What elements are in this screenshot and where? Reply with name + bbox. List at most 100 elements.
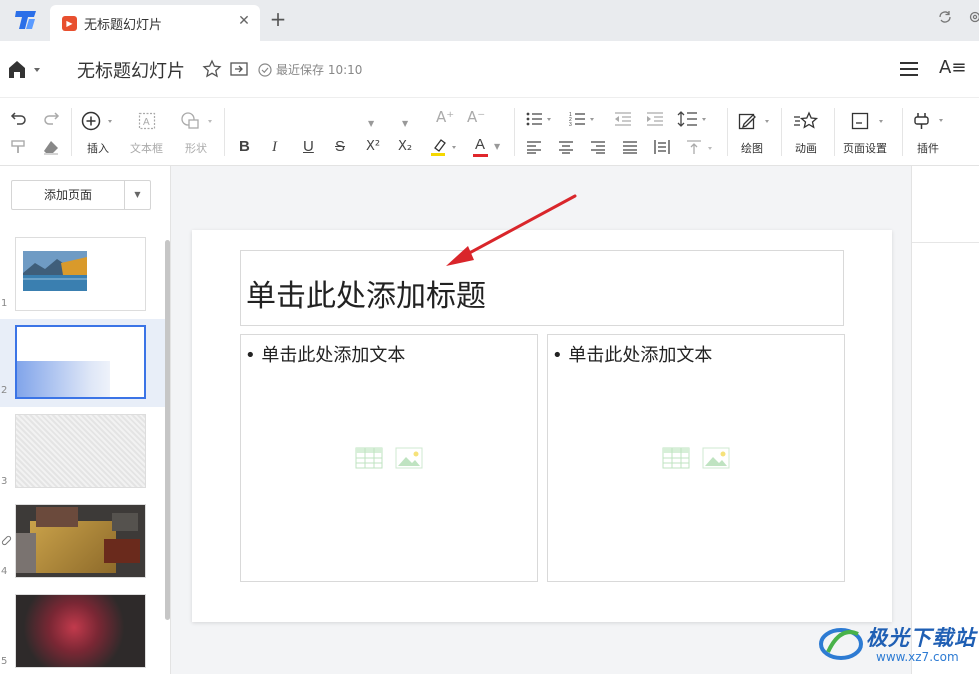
left-content-placeholder-text[interactable]: • 单击此处添加文本 — [245, 341, 405, 367]
font-size-dropdown-icon[interactable]: ▼ — [402, 112, 408, 133]
right-side-panel — [911, 166, 979, 674]
add-page-button[interactable]: 添加页面 ▼ — [11, 180, 151, 210]
slide-thumbnail-row[interactable]: 4 — [0, 500, 166, 584]
settings-gear-icon[interactable] — [968, 10, 979, 24]
numbered-list-icon[interactable]: 1 2 3 — [569, 111, 599, 127]
image-icon[interactable] — [702, 447, 730, 469]
blurred-overlay — [17, 361, 110, 397]
underline-button[interactable]: U — [303, 138, 314, 156]
toolbar-separator — [781, 108, 782, 156]
distribute-icon[interactable] — [654, 139, 670, 155]
home-icon[interactable] — [8, 58, 44, 80]
page-setup-label[interactable]: 页面设置 — [843, 140, 887, 156]
font-color-bar — [473, 154, 488, 157]
line-spacing-icon[interactable] — [677, 110, 709, 128]
tab-close-icon[interactable]: ✕ — [236, 13, 252, 29]
insert-label[interactable]: 插入 — [87, 140, 109, 156]
slide-thumbnail-selected[interactable] — [15, 325, 146, 399]
format-painter-icon[interactable] — [10, 139, 28, 155]
insert-plus-icon[interactable] — [81, 111, 113, 131]
subscript-button[interactable]: X₂ — [398, 138, 412, 156]
collage-image — [16, 533, 36, 573]
clear-format-eraser-icon[interactable] — [42, 139, 60, 155]
decrease-indent-icon[interactable] — [614, 111, 632, 127]
collage-image — [36, 507, 78, 527]
app-logo-icon[interactable] — [14, 9, 38, 31]
slide-thumbnail[interactable] — [15, 237, 146, 311]
slide-thumbnail-row[interactable]: 3 — [0, 410, 166, 494]
landscape-image-thumbnail — [23, 251, 87, 291]
toolbar-separator — [902, 108, 903, 156]
slide-thumbnail-row-selected[interactable]: 2 — [0, 319, 166, 407]
italic-button[interactable]: I — [272, 138, 277, 156]
animation-label[interactable]: 动画 — [795, 140, 817, 156]
vertical-align-icon[interactable] — [686, 139, 716, 155]
document-tab[interactable]: ▶ 无标题幻灯片 ✕ — [50, 5, 260, 41]
align-center-icon[interactable] — [558, 140, 574, 154]
add-page-label[interactable]: 添加页面 — [12, 181, 124, 209]
grow-font-button[interactable]: A⁺ — [436, 108, 454, 126]
table-icon[interactable] — [355, 447, 383, 469]
star-icon[interactable] — [202, 59, 222, 79]
justify-icon[interactable] — [622, 140, 638, 154]
align-right-icon[interactable] — [590, 140, 606, 154]
title-placeholder[interactable]: 单击此处添加标题 — [240, 250, 844, 326]
move-to-folder-icon[interactable] — [229, 60, 249, 78]
toolbar-separator — [834, 108, 835, 156]
plugin-plug-icon[interactable] — [913, 111, 947, 131]
right-content-placeholder[interactable]: • 单击此处添加文本 — [547, 334, 845, 582]
insert-table-image-icons — [662, 447, 730, 469]
align-left-icon[interactable] — [526, 140, 542, 154]
slide-thumbnail[interactable] — [15, 414, 146, 488]
collage-image — [112, 513, 138, 531]
plugins-label[interactable]: 插件 — [917, 140, 939, 156]
shape-label[interactable]: 形状 — [185, 140, 207, 156]
animation-star-icon[interactable] — [793, 111, 819, 131]
insert-table-image-icons — [355, 447, 423, 469]
redo-icon[interactable] — [42, 110, 60, 126]
slide-thumbnail[interactable] — [15, 504, 146, 578]
toolbar-separator — [71, 108, 72, 156]
thumbnail-scrollbar[interactable] — [165, 240, 170, 620]
hamburger-menu-icon[interactable] — [898, 59, 920, 79]
slide-thumbnail[interactable] — [15, 594, 146, 668]
sync-icon[interactable] — [938, 10, 952, 24]
slide-number: 4 — [1, 566, 8, 577]
toolbar: 插入 A 文本框 形状 ▼ ▼ A⁺ A⁻ B I U S X² X₂ A ▼ … — [0, 97, 979, 166]
slide-thumbnail-row[interactable]: 1 — [0, 232, 166, 316]
increase-indent-icon[interactable] — [646, 111, 664, 127]
title-placeholder-text[interactable]: 单击此处添加标题 — [246, 271, 486, 315]
document-title[interactable]: 无标题幻灯片 — [77, 57, 185, 83]
text-style-panel-button[interactable]: A≡ — [939, 57, 966, 78]
font-color-button[interactable]: A ▼ — [472, 136, 502, 158]
toolbar-separator — [514, 108, 515, 156]
new-tab-button[interactable]: + — [268, 9, 288, 29]
bold-button[interactable]: B — [239, 138, 250, 156]
toolbar-separator — [224, 108, 225, 156]
watermark-url: www.xz7.com — [876, 650, 959, 664]
undo-icon[interactable] — [10, 110, 28, 126]
textbox-icon[interactable]: A — [138, 112, 156, 130]
shape-icon[interactable] — [180, 111, 214, 131]
slide-canvas[interactable]: 单击此处添加标题 • 单击此处添加文本 • 单击此处添加文本 — [192, 230, 892, 622]
table-icon[interactable] — [662, 447, 690, 469]
slide-thumbnail-row[interactable]: 5 — [0, 590, 166, 674]
collage-image — [104, 539, 140, 563]
bullet-list-icon[interactable] — [526, 111, 556, 127]
right-content-placeholder-text[interactable]: • 单击此处添加文本 — [552, 341, 712, 367]
highlight-color-icon[interactable] — [430, 136, 460, 158]
chevron-down-icon: ▼ — [494, 142, 501, 151]
image-icon[interactable] — [395, 447, 423, 469]
page-setup-icon[interactable] — [851, 112, 887, 130]
tab-title: 无标题幻灯片 — [84, 18, 163, 33]
textbox-label[interactable]: 文本框 — [130, 140, 163, 156]
draw-icon[interactable] — [738, 112, 772, 130]
left-content-placeholder[interactable]: • 单击此处添加文本 — [240, 334, 538, 582]
shrink-font-button[interactable]: A⁻ — [467, 108, 485, 126]
chevron-down-icon[interactable]: ▼ — [124, 181, 150, 209]
superscript-button[interactable]: X² — [366, 138, 380, 156]
draw-label[interactable]: 绘图 — [741, 140, 763, 156]
font-family-dropdown-icon[interactable]: ▼ — [368, 112, 374, 133]
strikethrough-button[interactable]: S — [335, 138, 345, 156]
tab-bar: ▶ 无标题幻灯片 ✕ + — [0, 0, 979, 41]
